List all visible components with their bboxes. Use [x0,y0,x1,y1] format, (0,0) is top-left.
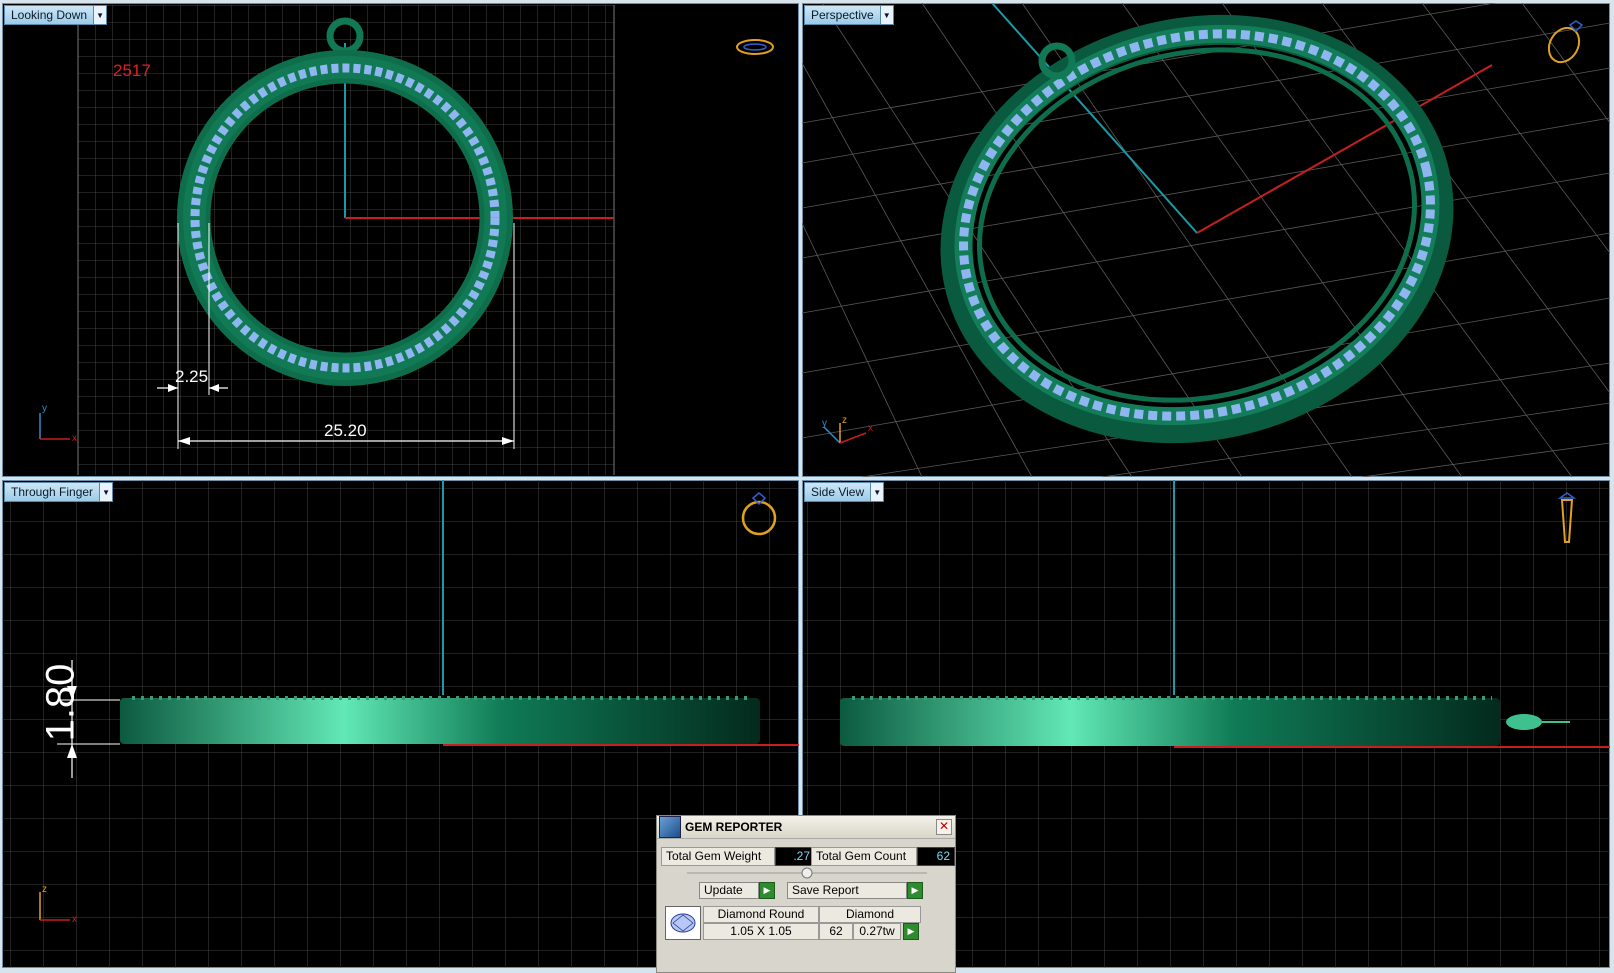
total-count-value: 62 [917,847,955,866]
axis-y-label: y [822,418,827,429]
gem-material-cell: Diamond [819,906,921,923]
axis-z-label: z [42,884,47,895]
gem-count-cell: 62 [819,923,853,940]
play-arrow-icon[interactable]: ▶ [907,882,923,899]
play-arrow-icon[interactable]: ▶ [759,882,775,899]
gem-reporter-titlebar[interactable]: GEM REPORTER ✕ [657,816,955,839]
viewport-label: Perspective [811,8,874,22]
viewport-tab-through-finger[interactable]: Through Finger ▼ [4,482,114,502]
chevron-down-icon[interactable]: ▼ [93,6,107,24]
total-weight-field: Total Gem Weight .27 [661,847,815,866]
panel-divider[interactable] [687,866,927,880]
axis-x-label: x [72,914,77,925]
gem-size-cell: 1.05 X 1.05 [703,923,819,940]
model-number: 2517 [113,61,151,80]
viewport-label: Through Finger [11,485,94,499]
total-weight-label: Total Gem Weight [661,847,775,866]
viewport-looking-down[interactable]: Looking Down ▼ 2517 2.25 25.20 y x [2,3,799,477]
update-button[interactable]: Update ▶ [699,882,775,899]
chevron-down-icon[interactable]: ▼ [870,483,884,501]
play-arrow-icon[interactable]: ▶ [903,923,919,940]
gem-reporter-title: GEM REPORTER [685,820,783,834]
gem-weight-cell: 0.27tw [853,923,901,940]
dimension-height-label: 1.80 [38,663,83,742]
total-weight-value: .27 [775,847,815,866]
viewport-label: Side View [811,485,865,499]
save-report-button-label: Save Report [787,882,907,899]
axis-z-label: z [842,415,847,426]
close-icon[interactable]: ✕ [936,819,952,835]
perspective-canvas [802,3,1610,477]
axis-x-label: x [868,423,873,434]
viewport-perspective[interactable]: Perspective ▼ y z x [802,3,1610,477]
viewport-label: Looking Down [11,8,88,22]
chevron-down-icon[interactable]: ▼ [879,6,893,24]
axis-y-label: y [42,403,47,414]
axis-x-label: x [72,433,77,444]
viewport-tab-looking-down[interactable]: Looking Down ▼ [4,5,108,25]
round-gem-icon [665,906,701,940]
gem-reporter-app-icon [659,816,681,838]
viewport-tab-perspective[interactable]: Perspective ▼ [804,5,894,25]
dimension-diameter-label: 25.20 [324,421,367,440]
gem-shape-cell: Diamond Round [703,906,819,923]
total-count-label: Total Gem Count [811,847,917,866]
chevron-down-icon[interactable]: ▼ [99,483,113,501]
viewport-tab-side-view[interactable]: Side View ▼ [804,482,885,502]
dimension-width-label: 2.25 [175,367,209,386]
gem-reporter-panel: GEM REPORTER ✕ Total Gem Weight .27 Tota… [656,815,956,973]
save-report-button[interactable]: Save Report ▶ [787,882,923,899]
update-button-label: Update [699,882,759,899]
total-count-field: Total Gem Count 62 [811,847,955,866]
